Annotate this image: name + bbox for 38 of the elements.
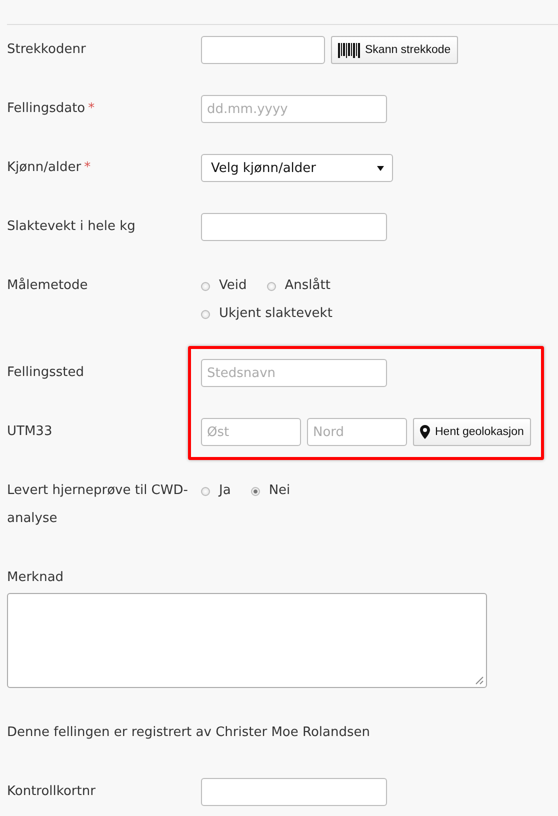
radio-option[interactable]: Veid [201,272,247,300]
coordinate-field[interactable]: Nord [307,418,407,446]
field-label: Levert hjerneprøve til CWD-analyse [7,483,188,526]
field-label: Slaktevekt i hele kg [7,219,136,234]
field-label: Strekkodenr [7,42,86,57]
field-label: Fellingssted [7,365,84,380]
field-label: Fellingsdato [7,101,86,116]
barcode-icon [338,42,360,58]
input-field[interactable] [201,36,325,64]
field-label: UTM33 [7,424,52,439]
field-label: Kontrollkortnr [7,784,96,799]
field-label: Målemetode [7,278,88,293]
radio-button[interactable] [201,282,210,290]
registration-note: Denne fellingen er registrert av Christer Moe Rolandsen [7,724,370,742]
radio-button[interactable] [250,486,260,496]
resize-grip-icon[interactable] [475,676,484,685]
radio-option[interactable]: Anslått [266,272,330,300]
scan-barcode-button[interactable]: Skann strekkode [331,36,458,64]
get-location-button[interactable]: Hent geolokasjon [413,418,531,446]
field-label: Kjønn/alder [7,160,82,175]
gender-age-select[interactable]: Velg kjønn/alder [201,154,393,182]
remark-textarea[interactable] [7,593,487,688]
radio-button[interactable] [266,282,276,290]
radio-button[interactable] [201,486,210,496]
radio-option[interactable]: Ukjent slaktevekt [201,300,332,328]
radio-button[interactable] [201,310,210,318]
input-field[interactable]: dd.mm.yyyy [201,95,387,123]
map-pin-icon [420,425,430,439]
required-asterisk: * [84,160,91,175]
input-field[interactable] [201,778,387,806]
dropdown-caret-icon [377,166,384,170]
field-label: Merknad [7,569,65,587]
radio-option[interactable]: Nei [250,477,290,505]
required-asterisk: * [88,101,95,116]
input-field[interactable] [201,213,387,241]
input-field[interactable]: Stedsnavn [201,359,387,387]
radio-option[interactable]: Ja [201,477,231,505]
coordinate-field[interactable]: Øst [201,418,301,446]
